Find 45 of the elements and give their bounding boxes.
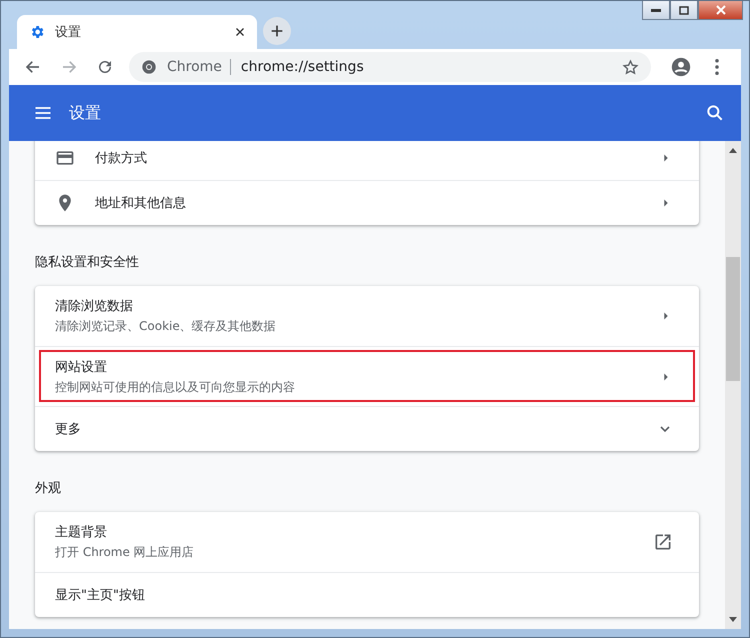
maximize-icon [679,6,689,14]
more-vertical-icon [715,59,719,75]
row-subtitle: 清除浏览记录、Cookie、缓存及其他数据 [55,318,277,335]
scroll-down-icon[interactable] [729,617,737,623]
settings-row[interactable]: 付款方式 [35,141,699,180]
scrollbar[interactable] [725,141,741,629]
row-title: 网站设置 [55,358,108,376]
row-title: 主题背景 [55,524,108,541]
new-tab-button[interactable] [263,17,291,45]
row-title: 地址和其他信息 [95,195,187,212]
row-subtitle: 打开 Chrome 网上应用店 [55,544,195,561]
gear-icon [29,24,45,40]
url-text: chrome://settings [240,59,365,75]
row-title: 显示"主页"按钮 [55,587,146,604]
chrome-logo-icon [141,59,157,75]
header-title: 设置 [69,102,102,124]
settings-tab[interactable]: 设置 [17,15,257,49]
section-title: 外观 [35,480,62,498]
settings-row[interactable]: 更多 [35,406,699,451]
row-subtitle: 控制网站可使用的信息以及可向您显示的内容 [55,378,296,396]
scrollbar-thumb[interactable] [726,257,740,381]
section-title: 隐私设置和安全性 [35,254,140,272]
star-icon [622,58,639,76]
settings-row[interactable]: 主题背景 打开 Chrome 网上应用店 [35,512,699,572]
address-bar[interactable]: Chrome chrome://settings [129,52,651,82]
close-icon [716,5,726,15]
row-title: 更多 [55,421,82,438]
scroll-up-icon[interactable] [729,147,737,153]
minimize-icon [651,8,661,12]
row-title: 付款方式 [95,150,148,166]
row-title: 清除浏览数据 [55,298,134,315]
reload-icon [96,58,114,76]
maximize-button[interactable] [670,1,698,20]
close-button[interactable] [698,1,743,20]
minimize-button[interactable] [642,1,670,20]
settings-row[interactable]: 清除浏览数据 清除浏览记录、Cookie、缓存及其他数据 [35,286,699,346]
settings-row[interactable]: 地址和其他信息 [35,180,699,225]
external-link-icon [653,532,673,552]
settings-row[interactable]: 显示"主页"按钮 [35,572,699,617]
avatar-icon [670,56,692,78]
plus-icon [269,23,285,39]
site-label: Chrome [167,59,231,75]
highlighted-settings-row[interactable]: 网站设置 控制网站可使用的信息以及可向您显示的内容 [35,346,699,406]
tab-title: 设置 [55,24,82,41]
search-icon [705,103,725,123]
